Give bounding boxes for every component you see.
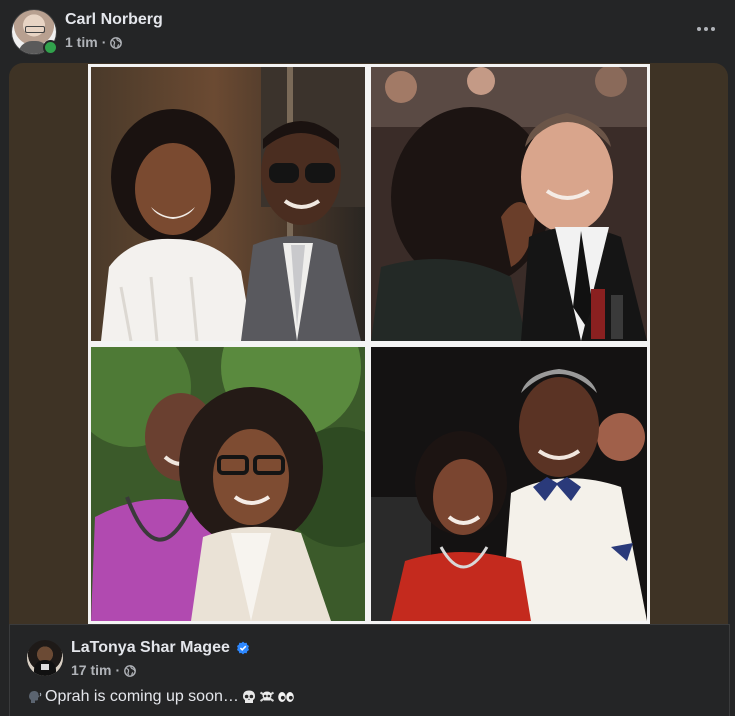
speaking-head-icon [27, 689, 43, 705]
shared-post-time[interactable]: 17 tim [71, 662, 111, 678]
collage-photo-top-left[interactable] [91, 67, 365, 341]
eyes-icon [277, 689, 294, 705]
shared-author-name[interactable]: LaTonya Shar Magee [71, 639, 230, 657]
shared-post-card[interactable]: LaTonya Shar Magee 17 tim · Oprah is com… [9, 624, 730, 716]
post-media[interactable] [9, 63, 728, 624]
verified-badge-icon [236, 641, 250, 655]
collage-photo-bottom-left[interactable] [91, 347, 365, 621]
online-status-indicator [43, 40, 58, 55]
collage-photo-top-right[interactable] [371, 67, 647, 341]
author-name[interactable]: Carl Norberg [65, 11, 163, 29]
shared-author: LaTonya Shar Magee [71, 639, 250, 657]
shared-author-avatar[interactable] [27, 640, 63, 676]
shared-post-text: Oprah is coming up soon… [27, 688, 294, 706]
skull-crossbones-icon [259, 689, 275, 705]
photo-collage[interactable] [88, 64, 650, 624]
meta-separator: · [101, 34, 107, 50]
shared-post-message: Oprah is coming up soon… [45, 688, 239, 705]
globe-icon[interactable] [110, 36, 123, 49]
collage-photo-bottom-right[interactable] [371, 347, 647, 621]
post-header: Carl Norberg 1 tim · [0, 0, 735, 62]
post-time[interactable]: 1 tim [65, 34, 98, 50]
skull-icon [241, 689, 257, 705]
more-options-icon[interactable] [693, 16, 719, 42]
meta-separator: · [115, 662, 121, 678]
shared-post-meta: 17 tim · [71, 662, 137, 678]
post-meta: 1 tim · [65, 34, 123, 50]
facebook-post: Carl Norberg 1 tim · LaTonya Shar Magee … [0, 0, 735, 716]
globe-icon[interactable] [124, 664, 137, 677]
